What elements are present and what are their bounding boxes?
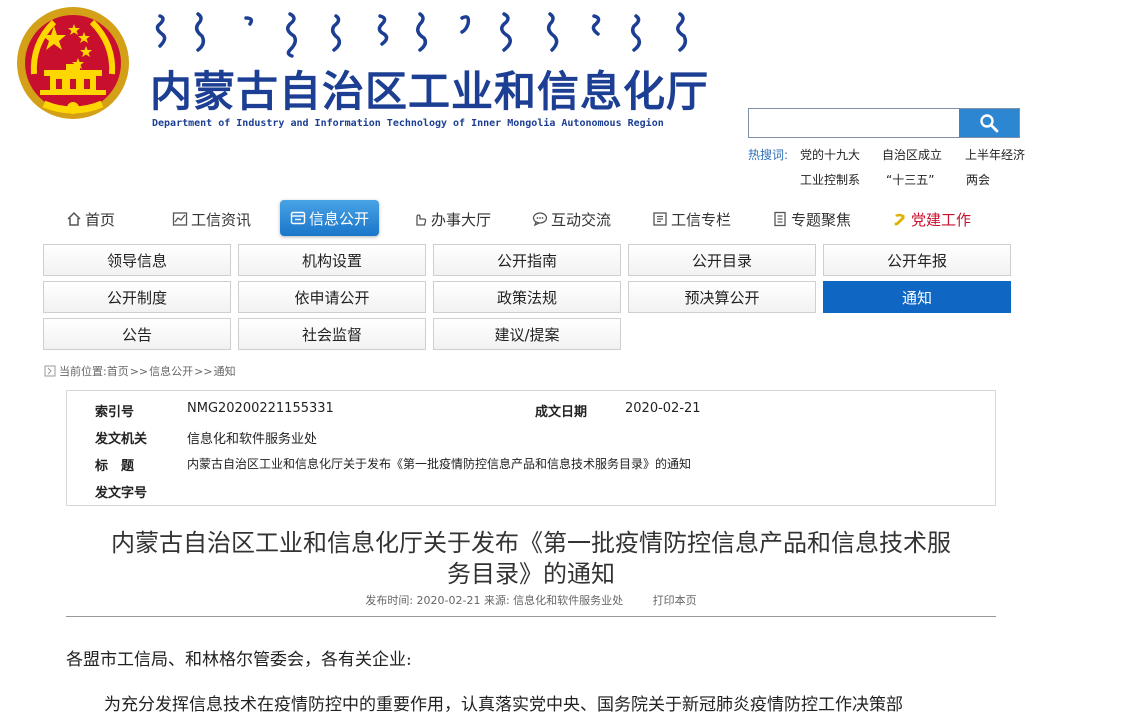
hot-word-link[interactable]: 两会 xyxy=(966,171,990,188)
search-button[interactable] xyxy=(959,109,1019,137)
nav-service-hall[interactable]: 办事大厅 xyxy=(412,200,491,238)
sub-nav-budget[interactable]: 预决算公开 xyxy=(628,281,816,313)
chart-icon xyxy=(172,212,188,226)
site-title: 内蒙古自治区工业和信息化厅 xyxy=(150,67,710,116)
sub-nav-public-system[interactable]: 公开制度 xyxy=(43,281,231,313)
breadcrumb-prefix: 当前位置: xyxy=(59,365,107,378)
article-divider xyxy=(66,616,996,617)
main-nav: 首页 工信资讯 信息公开 办事大厅 互动交流 工信专栏 专题聚焦 党建工作 xyxy=(54,200,1014,238)
hot-word-link[interactable]: 上半年经济 xyxy=(965,146,1025,163)
sub-nav-notice[interactable]: 通知 xyxy=(823,281,1011,313)
article-paragraph: 为充分发挥信息技术在疫情防控中的重要作用，认真落实党中央、国务院关于新冠肺炎疫情… xyxy=(104,695,903,715)
nav-label: 办事大厅 xyxy=(431,210,492,229)
nav-news[interactable]: 工信资讯 xyxy=(172,200,251,238)
mongolian-script-logo xyxy=(155,12,688,58)
nav-interaction[interactable]: 互动交流 xyxy=(532,200,611,238)
doc-icon xyxy=(774,211,786,227)
article-salutation: 各盟市工信局、和林格尔管委会，各有关企业: xyxy=(66,650,412,670)
nav-party-building[interactable]: 党建工作 xyxy=(892,200,971,238)
hand-icon xyxy=(416,214,427,226)
nav-topic-focus[interactable]: 专题聚焦 xyxy=(772,200,851,238)
doc-title-value: 内蒙古自治区工业和信息化厅关于发布《第一批疫情防控信息产品和信息技术服务目录》的… xyxy=(187,457,692,471)
party-emblem-icon xyxy=(892,211,908,227)
sub-nav-policy-law[interactable]: 政策法规 xyxy=(433,281,621,313)
doc-number-label: 发文字号 xyxy=(95,486,148,501)
breadcrumb-item-notice[interactable]: 通知 xyxy=(214,363,236,379)
sub-nav-suggestion-proposal[interactable]: 建议/提案 xyxy=(433,318,621,350)
sub-nav-apply-disclosure[interactable]: 依申请公开 xyxy=(238,281,426,313)
hot-word-link[interactable]: 自治区成立 xyxy=(882,146,942,163)
national-emblem-icon xyxy=(17,7,129,119)
nav-info-public[interactable]: 信息公开 xyxy=(280,200,380,236)
index-value: NMG20200221155331 xyxy=(187,401,334,416)
nav-label: 工信资讯 xyxy=(191,210,252,229)
breadcrumb-item-home[interactable]: 首页 xyxy=(107,363,129,379)
nav-label: 专题聚焦 xyxy=(791,210,852,229)
sub-nav-public-catalog[interactable]: 公开目录 xyxy=(628,244,816,276)
search-input[interactable] xyxy=(749,109,959,137)
nav-home[interactable]: 首页 xyxy=(66,200,115,238)
nav-label: 信息公开 xyxy=(309,209,370,228)
breadcrumb-separator: >> xyxy=(129,364,149,378)
doc-title-label: 标 题 xyxy=(95,459,135,474)
window-icon xyxy=(290,211,306,225)
page: 内蒙古自治区工业和信息化厅 Department of Industry and… xyxy=(0,0,1130,718)
nav-label: 党建工作 xyxy=(911,210,972,229)
home-icon xyxy=(67,211,81,226)
nav-special-column[interactable]: 工信专栏 xyxy=(652,200,731,238)
sub-nav-public-guide[interactable]: 公开指南 xyxy=(433,244,621,276)
article-title-line: 务目录》的通知 xyxy=(447,560,615,588)
hot-word-link[interactable]: “十三五” xyxy=(886,171,934,188)
article-meta: 发布时间: 2020-02-21 来源: 信息化和软件服务业处 打印本页 xyxy=(66,592,996,608)
search-icon xyxy=(980,114,999,133)
sub-nav-announcement[interactable]: 公告 xyxy=(43,318,231,350)
breadcrumb-item-info-public[interactable]: 信息公开 xyxy=(149,363,193,379)
publish-info: 发布时间: 2020-02-21 来源: 信息化和软件服务业处 xyxy=(365,594,624,607)
article-title: 内蒙古自治区工业和信息化厅关于发布《第一批疫情防控信息产品和信息技术服 务目录》… xyxy=(66,528,996,590)
hot-search-label: 热搜词: xyxy=(748,148,789,162)
search-box xyxy=(748,108,1020,138)
sub-nav-annual-report[interactable]: 公开年报 xyxy=(823,244,1011,276)
sub-nav-social-supervision[interactable]: 社会监督 xyxy=(238,318,426,350)
date-value: 2020-02-21 xyxy=(625,401,701,416)
issuer-value: 信息化和软件服务业处 xyxy=(187,432,318,447)
hot-word-link[interactable]: 工业控制系 xyxy=(800,171,860,188)
chat-icon xyxy=(532,212,548,227)
location-icon xyxy=(44,365,56,377)
document-info-table: 索引号 NMG20200221155331 成文日期 2020-02-21 发文… xyxy=(66,390,996,506)
issuer-label: 发文机关 xyxy=(95,432,148,447)
sub-nav-leader-info[interactable]: 领导信息 xyxy=(43,244,231,276)
nav-label: 工信专栏 xyxy=(671,210,732,229)
site-subtitle: Department of Industry and Information T… xyxy=(152,118,664,129)
date-label: 成文日期 xyxy=(535,405,588,420)
article-title-line: 内蒙古自治区工业和信息化厅关于发布《第一批疫情防控信息产品和信息技术服 xyxy=(111,529,951,557)
nav-label: 互动交流 xyxy=(551,210,612,229)
book-icon xyxy=(653,212,667,226)
sub-nav-organization[interactable]: 机构设置 xyxy=(238,244,426,276)
nav-label: 首页 xyxy=(85,210,116,229)
print-page-link[interactable]: 打印本页 xyxy=(653,594,697,607)
hot-word-link[interactable]: 党的十九大 xyxy=(800,146,860,163)
breadcrumb: 当前位置: 首页 >> 信息公开 >> 通知 xyxy=(44,363,236,379)
breadcrumb-separator: >> xyxy=(194,364,213,378)
index-label: 索引号 xyxy=(95,405,135,420)
